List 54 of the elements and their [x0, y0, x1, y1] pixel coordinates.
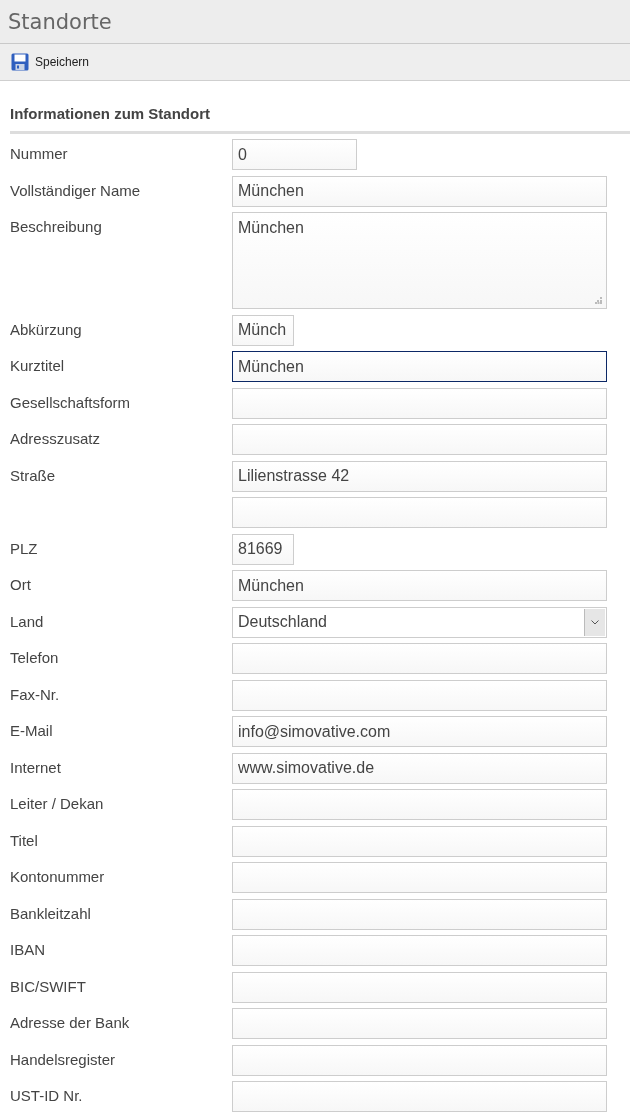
- field-label: Ort: [10, 576, 31, 593]
- country-dropdown[interactable]: Deutschland: [232, 606, 607, 638]
- text-field[interactable]: 0: [232, 139, 357, 170]
- text-field[interactable]: [232, 1044, 607, 1076]
- field-label: Kurztitel: [10, 357, 65, 374]
- field-label: PLZ: [10, 539, 38, 557]
- text-area[interactable]: München: [232, 212, 607, 309]
- text-field[interactable]: [232, 971, 607, 1003]
- text-field[interactable]: info@simovative.com: [232, 716, 607, 747]
- text-field[interactable]: [232, 1081, 607, 1112]
- field-label: Abkürzung: [10, 320, 82, 338]
- resize-grip-icon: [595, 297, 602, 304]
- field-label: IBAN: [10, 941, 45, 958]
- text-field[interactable]: [232, 862, 607, 893]
- field-label: Fax-Nr.: [10, 685, 60, 703]
- field-label: UST-ID Nr.: [10, 1087, 83, 1104]
- field-label: Straße: [10, 466, 55, 484]
- field-label: Telefon: [10, 649, 59, 666]
- text-field[interactable]: München: [232, 351, 607, 382]
- text-field[interactable]: München: [232, 175, 607, 207]
- text-field[interactable]: [232, 497, 607, 528]
- field-label: Titel: [10, 831, 38, 849]
- text-field[interactable]: München: [232, 570, 607, 601]
- field-label: Land: [10, 612, 44, 630]
- page-title: Standorte: [8, 9, 112, 34]
- field-label: E-Mail: [10, 722, 53, 739]
- text-field[interactable]: [232, 789, 607, 820]
- field-label: Leiter / Dekan: [10, 795, 104, 812]
- text-field[interactable]: Lilienstrasse 42: [232, 460, 607, 492]
- field-label: Gesellschaftsform: [10, 393, 131, 411]
- field-label: Handelsregister: [10, 1050, 116, 1068]
- text-field[interactable]: [232, 387, 607, 419]
- section-title: Informationen zum Standort: [10, 81, 630, 134]
- field-label: Kontonummer: [10, 868, 105, 885]
- text-field[interactable]: [232, 825, 607, 857]
- text-field[interactable]: [232, 935, 607, 966]
- text-field[interactable]: www.simovative.de: [232, 752, 607, 784]
- field-label: Beschreibung: [10, 218, 102, 235]
- text-field[interactable]: [232, 679, 607, 711]
- field-label: Nummer: [10, 145, 68, 162]
- save-button[interactable]: Speichern: [11, 53, 90, 71]
- text-field[interactable]: [232, 643, 607, 674]
- field-label: Internet: [10, 758, 61, 776]
- text-field[interactable]: 81669: [232, 533, 294, 565]
- field-label: Adresse der Bank: [10, 1014, 130, 1031]
- text-field[interactable]: [232, 898, 607, 930]
- field-label: Adresszusatz: [10, 430, 101, 447]
- field-label: BIC/SWIFT: [10, 977, 86, 995]
- chevron-down-icon: [591, 619, 599, 625]
- field-label: Vollständiger Name: [10, 181, 141, 199]
- field-label: Bankleitzahl: [10, 904, 91, 922]
- text-field[interactable]: [232, 1008, 607, 1039]
- text-field[interactable]: Münch: [232, 314, 294, 346]
- text-field[interactable]: [232, 424, 607, 455]
